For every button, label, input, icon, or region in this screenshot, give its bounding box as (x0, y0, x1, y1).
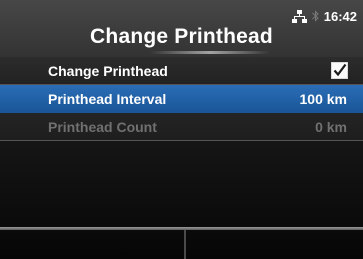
menu-item-value: 100 km (299, 91, 347, 107)
softkey-right[interactable] (186, 230, 363, 259)
softkey-bar (0, 227, 363, 259)
checkmark-icon (333, 63, 347, 77)
menu-item-label: Change Printhead (48, 63, 168, 79)
clock: 16:42 (323, 8, 357, 24)
menu-item-change-printhead[interactable]: Change Printhead (0, 57, 363, 85)
title-underline (150, 51, 270, 54)
menu-item-value: 0 km (315, 119, 347, 135)
status-bar: 16:42 (291, 8, 357, 24)
menu-item-label: Printhead Count (48, 119, 157, 135)
menu-item-printhead-count: Printhead Count 0 km (0, 113, 363, 141)
page-title: Change Printhead (90, 25, 273, 48)
header: 16:42 Change Printhead (0, 0, 363, 57)
menu-item-printhead-interval[interactable]: Printhead Interval 100 km (0, 85, 363, 113)
menu-list: Change Printhead Printhead Interval 100 … (0, 57, 363, 141)
network-icon (291, 9, 307, 23)
softkey-left[interactable] (0, 230, 184, 259)
change-printhead-checkbox[interactable] (331, 62, 348, 79)
menu-item-label: Printhead Interval (48, 91, 167, 107)
bluetooth-icon (311, 10, 319, 22)
printer-lcd-screen: 16:42 Change Printhead Change Printhead … (0, 0, 363, 259)
